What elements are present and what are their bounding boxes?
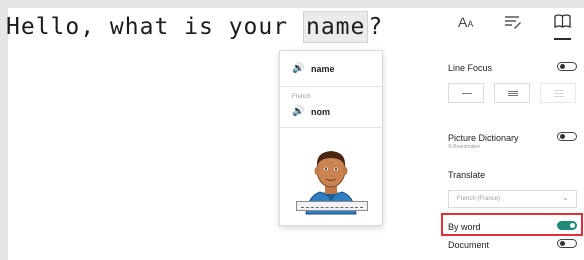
line-focus-toggle[interactable]: [557, 62, 577, 71]
image-caption-bar: [296, 201, 368, 211]
lines-icon: [508, 91, 518, 92]
translation-language: French: [292, 94, 311, 100]
picture-dictionary-label: Picture Dictionary: [448, 133, 519, 143]
toggle-knob: [560, 241, 565, 246]
line-focus-one-line-button[interactable]: [448, 83, 484, 103]
source-word: name: [311, 64, 335, 74]
source-word-row[interactable]: 🔊 name: [280, 61, 382, 79]
book-glyph: [554, 14, 571, 29]
document-label: Document: [448, 240, 490, 250]
lines-icon-bar: [508, 95, 518, 96]
chevron-down-icon: ⌄: [562, 193, 569, 202]
speaker-icon[interactable]: 🔊: [292, 106, 304, 117]
boardmaker-credit: ® Boardmaker: [448, 144, 481, 150]
toggle-knob: [560, 134, 565, 139]
annotation-highlight-box: [441, 213, 583, 236]
line-focus-five-lines-button[interactable]: [540, 83, 576, 103]
sentence-text-after: ?: [368, 14, 384, 40]
grammar-icon[interactable]: [504, 14, 522, 35]
lines-icon-bar: [554, 96, 564, 97]
lines-icon-bar: [554, 93, 564, 94]
divider: [280, 86, 382, 87]
selected-language: French (France): [457, 196, 501, 202]
translate-label: Translate: [448, 170, 486, 180]
toggle-knob: [560, 64, 565, 69]
grammar-glyph: [505, 16, 521, 29]
book-icon[interactable]: [554, 14, 571, 40]
text-size-icon[interactable]: AA: [458, 14, 473, 30]
reading-text: Hello, what is your name?: [6, 11, 384, 43]
translate-language-select[interactable]: French (France) ⌄: [448, 190, 577, 208]
selected-word[interactable]: name: [302, 11, 369, 43]
active-tab-underline: [554, 38, 571, 40]
picture-dictionary-popup: 🔊 name French 🔊 nom: [279, 50, 383, 226]
translated-word: nom: [311, 107, 330, 117]
divider: [280, 127, 382, 128]
translation-row[interactable]: 🔊 nom: [280, 104, 382, 122]
lines-icon: [462, 93, 472, 94]
document-toggle[interactable]: [557, 239, 577, 248]
line-focus-label: Line Focus: [448, 63, 493, 73]
lines-icon: [554, 90, 564, 91]
lines-icon-bar: [508, 93, 518, 94]
line-focus-three-lines-button[interactable]: [494, 83, 530, 103]
picture-dictionary-toggle[interactable]: [557, 132, 577, 141]
sentence-text-before[interactable]: Hello, what is your: [6, 12, 288, 42]
speaker-icon[interactable]: 🔊: [292, 63, 304, 74]
